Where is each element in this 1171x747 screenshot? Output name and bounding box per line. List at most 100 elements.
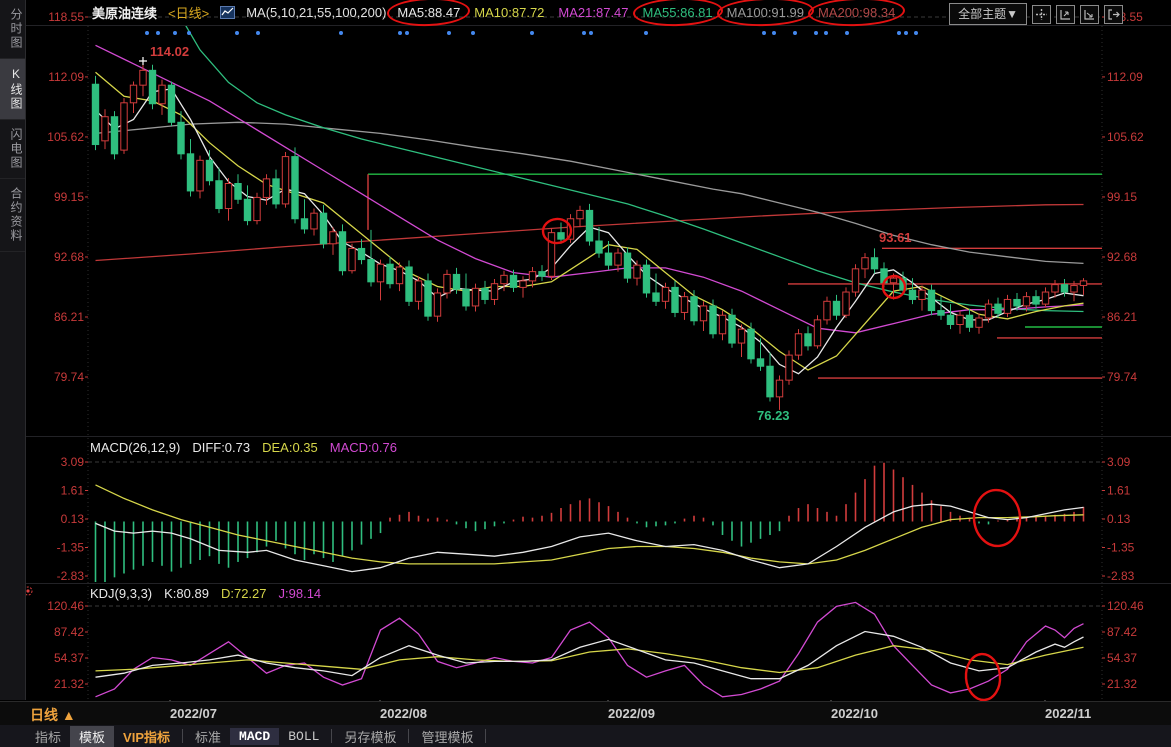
event-dot[interactable] xyxy=(897,31,901,35)
kdj-axis-label: 21.32 xyxy=(1107,677,1137,691)
event-dot[interactable] xyxy=(256,31,260,35)
candlestick xyxy=(843,287,849,318)
kdj-axis-label: 54.37 xyxy=(1107,651,1137,665)
price-axis-label: 79.74 xyxy=(54,370,84,384)
tab-标准[interactable]: 标准 xyxy=(186,726,230,747)
event-dot[interactable] xyxy=(187,31,191,35)
x-axis-date-1: 2022/08 xyxy=(380,706,427,721)
event-dot[interactable] xyxy=(471,31,475,35)
ma-settings-label: MA(5,10,21,55,100,200) xyxy=(246,5,386,20)
event-dot[interactable] xyxy=(235,31,239,35)
macd-macd-value: MACD:0.76 xyxy=(330,440,397,455)
price-axis-label: 105.62 xyxy=(1107,130,1144,144)
candlestick xyxy=(767,352,773,401)
event-dot[interactable] xyxy=(814,31,818,35)
candlestick xyxy=(596,227,602,258)
event-dot[interactable] xyxy=(762,31,766,35)
event-dot[interactable] xyxy=(398,31,402,35)
ma-values-readout: MA5:88.47MA10:87.72MA21:87.47MA55:86.81M… xyxy=(397,5,895,20)
tab-模板[interactable]: 模板 xyxy=(70,726,114,747)
macd-diff-value: DIFF:0.73 xyxy=(192,440,250,455)
pan-tool-icon[interactable] xyxy=(1032,5,1051,24)
tab-管理模板[interactable]: 管理模板 xyxy=(412,726,482,747)
event-dot[interactable] xyxy=(772,31,776,35)
price-axis-label: 86.21 xyxy=(54,310,84,324)
sidebar-item-1[interactable]: K线图 xyxy=(0,59,25,120)
chart-style-icon[interactable] xyxy=(220,5,235,20)
ma-value-4: MA100:91.99 xyxy=(727,5,804,20)
tab-BOLL[interactable]: BOLL xyxy=(279,728,328,745)
candlestick xyxy=(928,285,934,316)
candlestick xyxy=(168,81,174,126)
candlestick xyxy=(111,111,117,159)
period-selector[interactable]: 日线 ▲ xyxy=(30,705,76,725)
event-dot[interactable] xyxy=(644,31,648,35)
candlestick xyxy=(463,273,469,310)
candlestick xyxy=(719,311,725,341)
candlestick xyxy=(130,81,136,113)
tab-指标[interactable]: 指标 xyxy=(26,726,70,747)
candlestick xyxy=(833,295,839,320)
event-dot[interactable] xyxy=(530,31,534,35)
event-dot[interactable] xyxy=(845,31,849,35)
price-axis-label: 112.09 xyxy=(48,70,84,84)
event-dot[interactable] xyxy=(793,31,797,35)
ma21-line xyxy=(96,45,1084,333)
candlestick xyxy=(634,260,640,285)
candlestick xyxy=(282,152,288,208)
zoom-x-axis-icon[interactable] xyxy=(1080,5,1099,24)
kdj-d-value: D:72.27 xyxy=(221,586,267,601)
event-dot[interactable] xyxy=(145,31,149,35)
candlestick xyxy=(491,279,497,305)
sidebar-item-3[interactable]: 合约资料 xyxy=(0,179,25,252)
price-axis-label: 79.74 xyxy=(1107,370,1137,384)
candlestick xyxy=(206,150,212,185)
event-dot[interactable] xyxy=(173,31,177,35)
candlestick xyxy=(748,323,754,364)
tab-另存模板[interactable]: 另存模板 xyxy=(335,726,405,747)
candlestick xyxy=(1042,287,1048,307)
candlestick xyxy=(292,147,298,223)
candlestick xyxy=(539,265,545,281)
chart-canvas[interactable]: 118.55118.55112.09112.09105.62105.6299.1… xyxy=(0,0,1171,747)
candlestick xyxy=(852,264,858,296)
event-dot[interactable] xyxy=(904,31,908,35)
candlestick xyxy=(187,139,193,197)
event-dot[interactable] xyxy=(582,31,586,35)
x-axis-date-2: 2022/09 xyxy=(608,706,655,721)
event-dot[interactable] xyxy=(156,31,160,35)
macd-axis-label: 1.61 xyxy=(61,483,85,497)
sidebar-item-2[interactable]: 闪电图 xyxy=(0,120,25,179)
detach-window-icon[interactable] xyxy=(1104,5,1123,24)
candlestick xyxy=(871,248,877,273)
candlestick xyxy=(700,301,706,331)
price-axis-label: 99.15 xyxy=(54,190,84,204)
zoom-y-axis-icon[interactable] xyxy=(1056,5,1075,24)
candlestick xyxy=(795,329,801,360)
kdj-j-value: J:98.14 xyxy=(279,586,322,601)
event-dot[interactable] xyxy=(405,31,409,35)
candlestick xyxy=(957,311,963,334)
candlestick xyxy=(149,65,155,110)
candlestick xyxy=(121,98,127,154)
symbol-title: 美原油连续 xyxy=(92,3,157,22)
macd-axis-label: 0.13 xyxy=(1107,512,1131,526)
sidebar-item-0[interactable]: 分时图 xyxy=(0,0,25,59)
candlestick xyxy=(947,304,953,329)
tab-MACD[interactable]: MACD xyxy=(230,728,279,745)
candlestick xyxy=(738,324,744,356)
price-axis-label: 92.68 xyxy=(1107,250,1137,264)
tab-VIP指标[interactable]: VIP指标 xyxy=(114,726,179,747)
theme-dropdown-button[interactable]: 全部主题▼ xyxy=(949,3,1027,25)
candlestick xyxy=(1014,293,1020,311)
event-dot[interactable] xyxy=(824,31,828,35)
event-dot[interactable] xyxy=(339,31,343,35)
time-axis-strip: 日线 ▲ 2022/072022/082022/092022/102022/11 xyxy=(0,701,1171,726)
candlestick xyxy=(653,273,659,305)
event-dot[interactable] xyxy=(914,31,918,35)
candlestick xyxy=(406,260,412,305)
macd-axis-label: 0.13 xyxy=(61,512,85,526)
candlestick xyxy=(919,286,925,311)
event-dot[interactable] xyxy=(589,31,593,35)
event-dot[interactable] xyxy=(447,31,451,35)
